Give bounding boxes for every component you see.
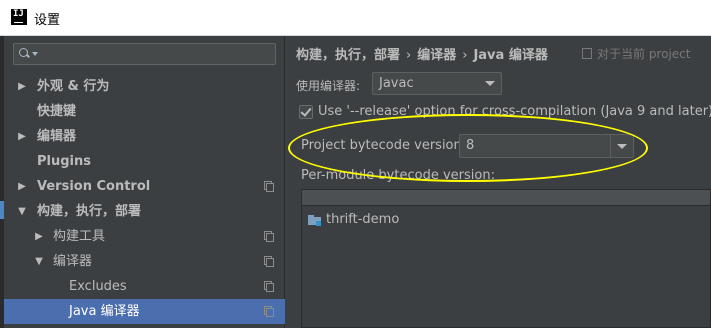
project-scope-icon: [582, 48, 592, 59]
sidebar-item-java-compiler[interactable]: Java 编译器: [4, 299, 285, 324]
project-scope-label: 对于当前 project: [597, 47, 691, 61]
collapse-arrow-icon[interactable]: ▼: [33, 249, 45, 274]
breadcrumb-item: 编译器: [417, 48, 457, 63]
per-module-bytecode-label: Per-module bytecode version:: [301, 168, 495, 183]
settings-sidebar: ▶ 外观 & 行为 快捷键 ▶ 编辑器 Plugins ▶ Version Co…: [4, 36, 285, 328]
module-folder-icon: [308, 215, 321, 226]
module-name: thrift-demo: [326, 212, 400, 227]
sidebar-item-label: 构建，执行，部署: [37, 204, 142, 219]
breadcrumb-separator: ›: [406, 48, 412, 63]
expand-arrow-icon[interactable]: ▶: [16, 174, 28, 199]
sidebar-item-label: Plugins: [37, 154, 91, 169]
per-module-table: thrift-demo: [301, 189, 711, 328]
project-scope-icon: [264, 306, 274, 317]
sidebar-item-compiler[interactable]: ▼ 编译器: [4, 249, 285, 274]
sidebar-item-label: 外观 & 行为: [37, 79, 110, 94]
project-scope-icon: [264, 281, 274, 292]
sidebar-item-build-tools[interactable]: ▶ 构建工具: [4, 224, 285, 249]
project-scope-icon: [264, 181, 274, 192]
sidebar-item-appearance-behavior[interactable]: ▶ 外观 & 行为: [4, 74, 285, 99]
project-scope-icon: [264, 231, 274, 242]
title-bar: IJ 设置: [0, 0, 711, 36]
expand-arrow-icon[interactable]: ▶: [33, 224, 45, 249]
sidebar-item-keymap[interactable]: 快捷键: [4, 99, 285, 124]
sidebar-item-excludes[interactable]: Excludes: [4, 274, 285, 299]
sidebar-item-label: 编辑器: [37, 129, 77, 144]
bytecode-version-value: 8: [466, 138, 475, 153]
release-option-checkbox[interactable]: [299, 105, 313, 119]
sidebar-item-label: 编译器: [53, 254, 93, 269]
project-bytecode-version-select[interactable]: 8: [459, 134, 634, 158]
project-scope-note: 对于当前 project: [582, 45, 690, 62]
chevron-down-icon: [617, 144, 627, 149]
breadcrumb-separator: ›: [462, 48, 468, 63]
sidebar-item-label: Java 编译器: [69, 304, 140, 319]
sidebar-item-label: 快捷键: [37, 104, 77, 119]
collapse-arrow-icon[interactable]: ▼: [16, 199, 28, 224]
sidebar-item-label: 构建工具: [53, 229, 106, 244]
sidebar-item-plugins[interactable]: Plugins: [4, 149, 285, 174]
sidebar-item-editor[interactable]: ▶ 编辑器: [4, 124, 285, 149]
sidebar-item-label: Version Control: [37, 179, 151, 194]
compiler-label: 使用编译器:: [296, 79, 361, 93]
expand-arrow-icon[interactable]: ▶: [16, 124, 28, 149]
breadcrumb-item: 构建，执行，部署: [296, 48, 401, 63]
sidebar-item-label: Excludes: [69, 279, 127, 294]
table-header: [302, 190, 710, 206]
release-option-label: Use '--release' option for cross-compila…: [318, 104, 711, 119]
project-scope-icon: [264, 256, 274, 267]
breadcrumb: 构建，执行，部署 › 编译器 › Java 编译器: [296, 44, 548, 63]
project-bytecode-version-label: Project bytecode version:: [301, 138, 467, 153]
compiler-select[interactable]: Javac: [372, 72, 502, 95]
table-row[interactable]: thrift-demo: [302, 211, 710, 231]
compiler-select-value: Javac: [379, 76, 414, 91]
expand-arrow-icon[interactable]: ▶: [16, 74, 28, 99]
intellij-app-icon: IJ: [11, 9, 27, 25]
window-title: 设置: [34, 13, 61, 28]
checkmark-icon: [300, 105, 312, 117]
breadcrumb-item: Java 编译器: [473, 48, 548, 63]
chevron-down-icon: [485, 81, 495, 86]
settings-content: 构建，执行，部署 › 编译器 › Java 编译器 对于当前 project 使用编译器…: [286, 36, 711, 328]
sidebar-item-build-execution-deployment[interactable]: ▼ 构建，执行，部署: [4, 199, 285, 224]
search-options-icon[interactable]: [32, 52, 38, 56]
search-input[interactable]: [13, 43, 276, 65]
sidebar-item-version-control[interactable]: ▶ Version Control: [4, 174, 285, 199]
